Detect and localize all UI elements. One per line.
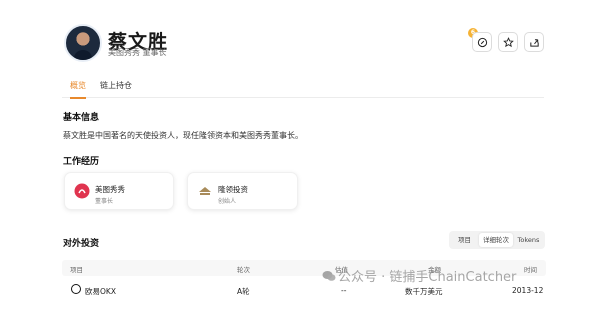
column-round: 轮次 [237,266,250,274]
cell-project[interactable]: 欧易OKX [85,286,116,297]
column-project: 项目 [70,266,83,274]
wechat-icon [322,271,336,281]
column-time: 时间 [524,266,537,274]
share-icon [529,38,539,47]
edit-button[interactable] [472,32,492,52]
work-heading: 工作经历 [63,157,100,167]
cell-amount: 数千万美元 [405,287,443,296]
watermark-text: 公众号 · 链捕手ChainCatcher [338,270,517,285]
longling-logo-icon [199,187,211,195]
work-role: 董事长 [95,198,114,205]
segment-detailed-rounds[interactable]: 详细轮次 [479,233,513,247]
investments-heading: 对外投资 [63,239,100,249]
tab-overview[interactable]: 概览 [70,80,86,99]
edit-icon [477,37,487,47]
intro-text: 蔡文胜是中国著名的天使投资人，现任隆领资本和美图秀秀董事长。 [63,131,303,140]
cell-round: A轮 [237,287,250,296]
meitu-logo-icon [74,183,90,199]
watermark: 公众号 · 链捕手ChainCatcher [322,266,516,285]
favorite-button[interactable] [498,32,518,52]
segment-project[interactable]: 项目 [451,233,478,247]
basic-info-heading: 基本信息 [63,113,100,123]
profile-tabs: 概览 链上持仓 [62,80,544,99]
work-company: 美图秀秀 [95,185,125,194]
profile-title: 美图秀秀 董事长 [108,48,167,57]
avatar [64,24,102,62]
cell-valuation: -- [341,286,347,295]
star-icon [502,36,514,47]
cell-time: 2013-12 [512,286,544,295]
segment-tokens[interactable]: Tokens [514,233,543,247]
work-company: 隆领投资 [218,185,248,194]
investment-view-switch: 项目 详细轮次 Tokens [449,231,545,249]
tab-onchain-holdings[interactable]: 链上持仓 [100,80,132,97]
share-button[interactable] [524,32,544,52]
work-card-longling[interactable]: 隆领投资 创始人 [187,172,298,210]
work-card-meitu[interactable]: 美图秀秀 董事长 [64,172,174,210]
okx-logo-icon [71,284,81,294]
work-role: 创始人 [218,198,237,205]
